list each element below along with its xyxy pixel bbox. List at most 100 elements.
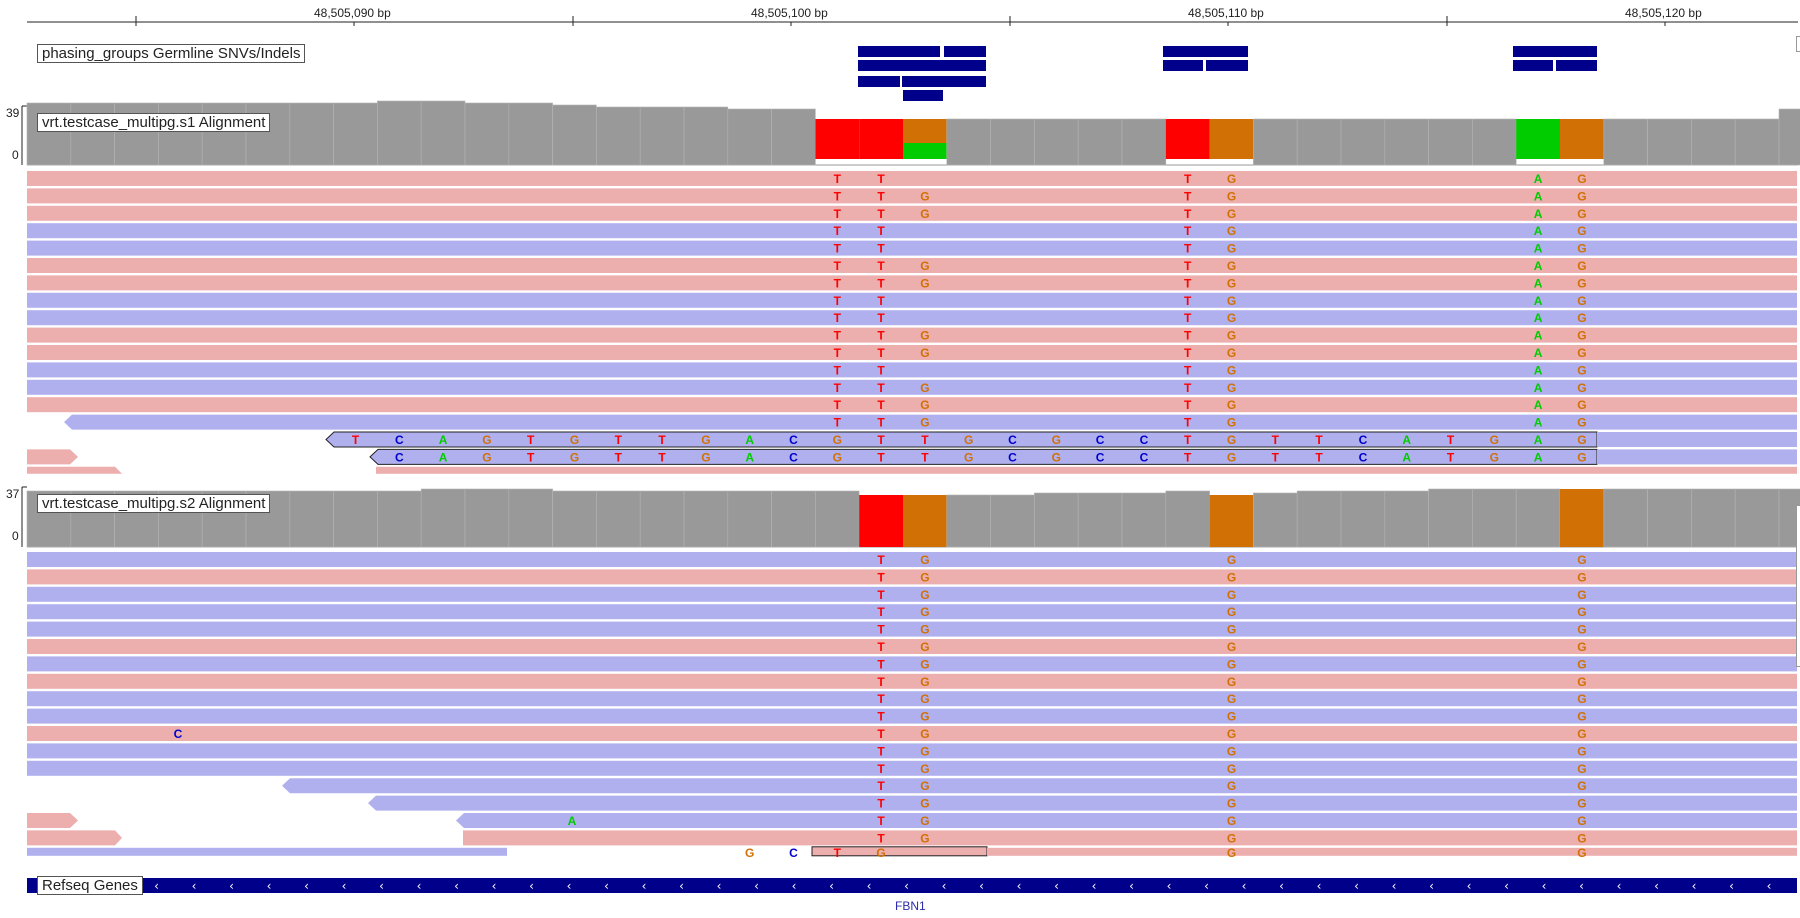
coverage-bar: [508, 102, 553, 166]
strand-arrow-icon: ‹: [1167, 879, 1172, 893]
read-bar: [27, 847, 507, 856]
genome-browser-canvas[interactable]: T T T G A GT T G T G A GT T G T G A GT T T G A GT T T G A GT T G T G A GT…: [0, 0, 1800, 918]
coverage-variant-bar: [1560, 119, 1604, 159]
read-bar: [27, 327, 1797, 343]
read-bar: [987, 847, 1797, 856]
s2-panel-scroll-tab[interactable]: [1796, 505, 1800, 667]
base-letter: G: [1577, 224, 1586, 238]
coverage-bar: [990, 118, 1035, 166]
base-letter: A: [1534, 450, 1543, 464]
base-letter: T: [1272, 433, 1280, 447]
strand-arrow-icon: ‹: [379, 879, 384, 893]
read-bar: [1597, 449, 1797, 465]
base-letter: G: [1227, 710, 1236, 724]
coverage-bar: [464, 102, 510, 166]
s1-alignment-reads[interactable]: T T T G A GT T G T G A GT T G T G A GT T T G A GT T T G A GT T G T G A GT…: [0, 171, 1800, 475]
s1-panel-scroll-tab[interactable]: [1796, 36, 1800, 52]
base-letter: C: [1359, 433, 1368, 447]
base-letter: T: [877, 727, 885, 741]
base-letter: C: [395, 433, 404, 447]
base-letter: T: [1184, 311, 1192, 325]
strand-arrow-icon: ‹: [342, 879, 347, 893]
base-letter: T: [834, 311, 842, 325]
base-letter: A: [1534, 416, 1543, 430]
phasing-track-label[interactable]: phasing_groups Germline SNVs/Indels: [37, 44, 306, 63]
refseq-track-label[interactable]: Refseq Genes: [37, 876, 143, 895]
base-letter: A: [1534, 363, 1543, 377]
phasing-block: [944, 46, 986, 57]
coverage-bar: [990, 494, 1035, 548]
base-letter: T: [877, 570, 885, 584]
base-letter: T: [877, 172, 885, 186]
strand-arrow-icon: ‹: [642, 879, 647, 893]
strand-arrow-icon: ‹: [979, 879, 984, 893]
base-letter: A: [1534, 311, 1543, 325]
gene-body: [27, 878, 1797, 893]
base-letter: G: [1227, 224, 1236, 238]
base-letter: G: [1577, 553, 1586, 567]
base-letter: G: [1227, 259, 1236, 273]
base-letter: G: [920, 398, 929, 412]
base-letter: C: [1140, 433, 1149, 447]
base-letter: T: [834, 224, 842, 238]
base-letter: T: [877, 640, 885, 654]
s2-coverage-track[interactable]: [21, 486, 1800, 548]
phasing-block: [1513, 46, 1597, 57]
base-letter: G: [570, 433, 579, 447]
base-letter: G: [920, 831, 929, 845]
base-letter: G: [1577, 416, 1586, 430]
strand-arrow-icon: ‹: [829, 879, 834, 893]
base-letter: G: [920, 553, 929, 567]
base-letter: T: [877, 329, 885, 343]
base-letter: G: [1577, 189, 1586, 203]
base-letter: G: [1577, 311, 1586, 325]
coverage-variant-bar: [815, 119, 860, 159]
coverage-bar: [771, 490, 816, 548]
base-letter: G: [570, 450, 579, 464]
s1-coverage-track[interactable]: [21, 100, 1800, 166]
coverage-bar: [1384, 118, 1429, 166]
base-letter: G: [1227, 814, 1236, 828]
base-letter: T: [1447, 450, 1455, 464]
read-bar: [27, 449, 78, 465]
strand-arrow-icon: ‹: [1092, 879, 1097, 893]
read-bar: [27, 292, 1797, 308]
base-letter: C: [789, 450, 798, 464]
base-letter: T: [1184, 416, 1192, 430]
phasing-block: [1163, 60, 1203, 71]
coverage-bar: [1647, 488, 1692, 548]
strand-arrow-icon: ‹: [1204, 879, 1209, 893]
coverage-bar: [377, 100, 422, 166]
coverage-bar: [1253, 118, 1298, 166]
read-bar: [27, 240, 1797, 256]
refseq-gene-track[interactable]: ‹ ‹ ‹ ‹ ‹ ‹ ‹ ‹ ‹ ‹ ‹ ‹ ‹ ‹ ‹ ‹ ‹ ‹ ‹ ‹ ‹ ‹ ‹ ‹ ‹ ‹ ‹ ‹ ‹ ‹ ‹ ‹ ‹ ‹ ‹ ‹ ‹ ‹ ‹ ‹…: [27, 878, 1797, 893]
s2-alignment-reads[interactable]: T G G GT G G GT G G GT G G GT G G GT G G GT G G GT G G GT G G GT G G G…: [27, 552, 1797, 860]
coverage-bar: [289, 490, 334, 548]
read-bar: [27, 171, 1797, 186]
s2-track-label[interactable]: vrt.testcase_multipg.s2 Alignment: [37, 494, 271, 513]
base-letter: T: [834, 346, 842, 360]
coverage-bar: [333, 490, 378, 548]
ruler-label-3: 48,505,110 bp: [1188, 6, 1264, 20]
base-letter: T: [877, 588, 885, 602]
base-letter: A: [568, 814, 577, 828]
base-letter: T: [877, 398, 885, 412]
base-letter: G: [1577, 570, 1586, 584]
s1-track-label[interactable]: vrt.testcase_multipg.s1 Alignment: [37, 113, 271, 132]
base-letter: G: [1577, 727, 1586, 741]
read-bar: [27, 604, 1797, 620]
base-letter: T: [834, 398, 842, 412]
read-bar: [27, 830, 122, 846]
base-letter: G: [1490, 433, 1499, 447]
coverage-bar: [289, 102, 334, 166]
base-letter: G: [1227, 207, 1236, 221]
phasing-track[interactable]: [858, 46, 1597, 101]
base-letter: A: [1534, 329, 1543, 343]
base-letter: G: [1577, 450, 1586, 464]
base-letter: G: [1227, 570, 1236, 584]
base-letter: T: [877, 657, 885, 671]
strand-arrow-icon: ‹: [1767, 879, 1772, 893]
base-letter: T: [834, 329, 842, 343]
base-letter: T: [1184, 276, 1192, 290]
gene-name-label[interactable]: FBN1: [895, 899, 926, 913]
